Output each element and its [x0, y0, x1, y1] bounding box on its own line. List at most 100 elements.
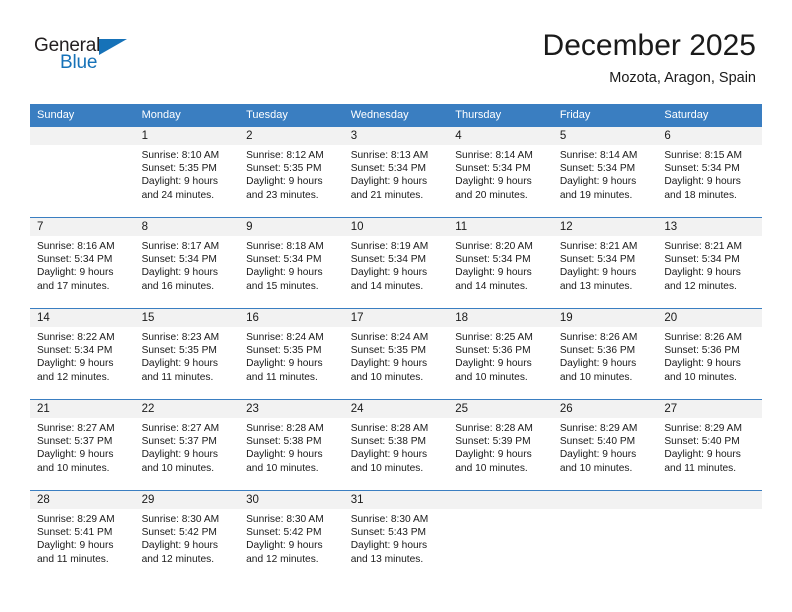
day-number: 27 — [657, 400, 762, 418]
day-info: Sunrise: 8:24 AM Sunset: 5:35 PM Daylight:… — [344, 327, 449, 384]
daylight-line-1: Daylight: 9 hours — [455, 267, 532, 279]
sunset-line: Sunset: 5:36 PM — [664, 345, 740, 357]
sunrise-line: Sunrise: 8:15 AM — [664, 150, 742, 161]
sunset-line: Sunset: 5:36 PM — [455, 345, 531, 357]
calendar-day-cell[interactable]: 5 Sunrise: 8:14 AM Sunset: 5:34 PM Daylight… — [552, 126, 658, 218]
calendar-day-cell[interactable]: 8 Sunrise: 8:17 AM Sunset: 5:34 PM Daylight… — [134, 217, 240, 309]
sunrise-line: Sunrise: 8:30 AM — [350, 514, 429, 525]
day-number: 11 — [448, 218, 553, 236]
calendar-day-cell[interactable]: 17 Sunrise: 8:24 AM Sunset: 5:35 PM Dayligh… — [343, 308, 449, 400]
sunset-line: Sunset: 5:42 PM — [141, 527, 217, 539]
calendar-day-cell[interactable]: 14 Sunrise: 8:22 AM Sunset: 5:34 PM Dayligh… — [30, 308, 135, 400]
calendar-page: General Blue December 2025 Mozota, Arago… — [0, 0, 792, 612]
sunrise-line: Sunrise: 8:21 AM — [559, 241, 638, 252]
calendar-week-row: 21 Sunrise: 8:27 AM Sunset: 5:37 PM Dayligh… — [30, 399, 762, 491]
sunrise-line: Sunrise: 8:26 AM — [559, 332, 638, 343]
day-info: Sunrise: 8:24 AM Sunset: 5:35 PM Daylight:… — [239, 327, 344, 384]
brand-name-blue: Blue — [60, 52, 98, 73]
daylight-line-2: and 10 minutes. — [559, 462, 633, 474]
daylight-line-1: Daylight: 9 hours — [455, 449, 532, 461]
calendar-day-cell[interactable]: 18 Sunrise: 8:25 AM Sunset: 5:36 PM Dayligh… — [448, 308, 553, 400]
day-info: Sunrise: 8:26 AM Sunset: 5:36 PM Daylight:… — [657, 327, 762, 384]
day-info: Sunrise: 8:30 AM Sunset: 5:42 PM Daylight:… — [135, 509, 240, 566]
daylight-line-2: and 10 minutes. — [37, 462, 110, 474]
calendar-day-cell[interactable]: 22 Sunrise: 8:27 AM Sunset: 5:37 PM Dayligh… — [134, 399, 240, 491]
sunset-line: Sunset: 5:43 PM — [350, 527, 427, 539]
day-number: 12 — [552, 218, 658, 236]
day-info: Sunrise: 8:15 AM Sunset: 5:34 PM Daylight:… — [657, 145, 762, 202]
calendar-day-cell[interactable]: 3 Sunrise: 8:13 AM Sunset: 5:34 PM Daylight… — [343, 126, 449, 218]
sunset-line: Sunset: 5:35 PM — [141, 345, 217, 357]
calendar-day-cell[interactable]: 30 Sunrise: 8:30 AM Sunset: 5:42 PM Dayligh… — [239, 490, 344, 581]
calendar-day-cell[interactable]: 13 Sunrise: 8:21 AM Sunset: 5:34 PM Dayligh… — [657, 217, 762, 309]
sunset-line: Sunset: 5:38 PM — [246, 436, 322, 448]
calendar-day-cell[interactable]: 9 Sunrise: 8:18 AM Sunset: 5:34 PM Daylight… — [239, 217, 344, 309]
calendar-day-cell[interactable]: 26 Sunrise: 8:29 AM Sunset: 5:40 PM Dayligh… — [552, 399, 658, 491]
day-info: Sunrise: 8:16 AM Sunset: 5:34 PM Daylight:… — [30, 236, 135, 293]
calendar-day-cell[interactable]: 15 Sunrise: 8:23 AM Sunset: 5:35 PM Dayligh… — [134, 308, 240, 400]
daylight-line-1: Daylight: 9 hours — [350, 176, 428, 188]
sunset-line: Sunset: 5:34 PM — [559, 254, 636, 266]
calendar-day-cell[interactable]: 10 Sunrise: 8:19 AM Sunset: 5:34 PM Dayligh… — [343, 217, 449, 309]
calendar-day-cell[interactable]: 21 Sunrise: 8:27 AM Sunset: 5:37 PM Dayligh… — [30, 399, 135, 491]
day-info: Sunrise: 8:10 AM Sunset: 5:35 PM Daylight:… — [135, 145, 240, 202]
day-info: Sunrise: 8:21 AM Sunset: 5:34 PM Daylight:… — [657, 236, 762, 293]
calendar-day-cell[interactable]: 20 Sunrise: 8:26 AM Sunset: 5:36 PM Dayligh… — [657, 308, 762, 400]
day-number: 31 — [343, 491, 449, 509]
calendar-day-cell[interactable]: 29 Sunrise: 8:30 AM Sunset: 5:42 PM Dayligh… — [134, 490, 240, 581]
sunrise-line: Sunrise: 8:30 AM — [141, 514, 220, 525]
sunset-line: Sunset: 5:34 PM — [141, 254, 217, 266]
calendar-day-cell[interactable]: 11 Sunrise: 8:20 AM Sunset: 5:34 PM Dayligh… — [448, 217, 553, 309]
day-number: 2 — [239, 127, 344, 145]
sunrise-line: Sunrise: 8:14 AM — [455, 150, 533, 161]
sunrise-line: Sunrise: 8:27 AM — [141, 423, 220, 434]
calendar-day-cell[interactable]: 1 Sunrise: 8:10 AM Sunset: 5:35 PM Daylight… — [134, 126, 240, 218]
day-number: 22 — [134, 400, 240, 418]
day-number: 26 — [552, 400, 658, 418]
day-info: Sunrise: 8:14 AM Sunset: 5:34 PM Daylight:… — [553, 145, 658, 202]
sunset-line: Sunset: 5:34 PM — [350, 163, 427, 175]
calendar-day-cell[interactable]: 28 Sunrise: 8:29 AM Sunset: 5:41 PM Dayligh… — [30, 490, 135, 581]
daylight-line-2: and 12 minutes. — [141, 553, 215, 565]
sunset-line: Sunset: 5:34 PM — [559, 163, 636, 175]
calendar-day-cell[interactable]: 23 Sunrise: 8:28 AM Sunset: 5:38 PM Dayligh… — [239, 399, 344, 491]
sunrise-line: Sunrise: 8:24 AM — [246, 332, 324, 343]
sunrise-line: Sunrise: 8:29 AM — [664, 423, 742, 434]
calendar-day-cell[interactable]: 16 Sunrise: 8:24 AM Sunset: 5:35 PM Dayligh… — [239, 308, 344, 400]
day-number — [552, 491, 658, 509]
daylight-line-2: and 12 minutes. — [664, 280, 737, 292]
calendar-week-row: 28 Sunrise: 8:29 AM Sunset: 5:41 PM Dayligh… — [30, 490, 762, 581]
calendar-day-cell[interactable]: 4 Sunrise: 8:14 AM Sunset: 5:34 PM Daylight… — [448, 126, 553, 218]
calendar-day-cell[interactable]: 6 Sunrise: 8:15 AM Sunset: 5:34 PM Daylight… — [657, 126, 762, 218]
sunrise-line: Sunrise: 8:26 AM — [664, 332, 742, 343]
sunrise-line: Sunrise: 8:25 AM — [455, 332, 533, 343]
day-number: 29 — [134, 491, 240, 509]
calendar-day-cell[interactable]: 27 Sunrise: 8:29 AM Sunset: 5:40 PM Dayligh… — [657, 399, 762, 491]
calendar-empty-cell — [448, 490, 553, 581]
day-number — [448, 491, 553, 509]
brand-logo[interactable]: General Blue — [34, 36, 174, 86]
sunrise-line: Sunrise: 8:28 AM — [246, 423, 324, 434]
day-number: 4 — [448, 127, 553, 145]
daylight-line-2: and 24 minutes. — [141, 189, 215, 201]
daylight-line-1: Daylight: 9 hours — [37, 449, 114, 461]
daylight-line-2: and 11 minutes. — [37, 553, 109, 565]
day-info: Sunrise: 8:22 AM Sunset: 5:34 PM Daylight:… — [30, 327, 135, 384]
title-block: December 2025 Mozota, Aragon, Spain — [336, 28, 756, 88]
calendar-day-cell[interactable]: 24 Sunrise: 8:28 AM Sunset: 5:38 PM Dayligh… — [343, 399, 449, 491]
daylight-line-2: and 12 minutes. — [37, 371, 110, 383]
calendar-day-cell[interactable]: 2 Sunrise: 8:12 AM Sunset: 5:35 PM Daylight… — [239, 126, 344, 218]
calendar-day-cell[interactable]: 19 Sunrise: 8:26 AM Sunset: 5:36 PM Dayligh… — [552, 308, 658, 400]
sunset-line: Sunset: 5:35 PM — [246, 345, 322, 357]
sunrise-line: Sunrise: 8:18 AM — [246, 241, 324, 252]
day-info: Sunrise: 8:29 AM Sunset: 5:40 PM Daylight:… — [657, 418, 762, 475]
sunrise-line: Sunrise: 8:19 AM — [350, 241, 429, 252]
day-info: Sunrise: 8:17 AM Sunset: 5:34 PM Daylight:… — [135, 236, 240, 293]
calendar-day-cell[interactable]: 12 Sunrise: 8:21 AM Sunset: 5:34 PM Dayligh… — [552, 217, 658, 309]
calendar-day-cell[interactable]: 25 Sunrise: 8:28 AM Sunset: 5:39 PM Dayligh… — [448, 399, 553, 491]
weekday-header-wednesday: Wednesday — [343, 104, 449, 127]
calendar-day-cell[interactable]: 31 Sunrise: 8:30 AM Sunset: 5:43 PM Dayligh… — [343, 490, 449, 581]
daylight-line-1: Daylight: 9 hours — [350, 267, 428, 279]
daylight-line-2: and 17 minutes. — [37, 280, 110, 292]
calendar-day-cell[interactable]: 7 Sunrise: 8:16 AM Sunset: 5:34 PM Daylight… — [30, 217, 135, 309]
